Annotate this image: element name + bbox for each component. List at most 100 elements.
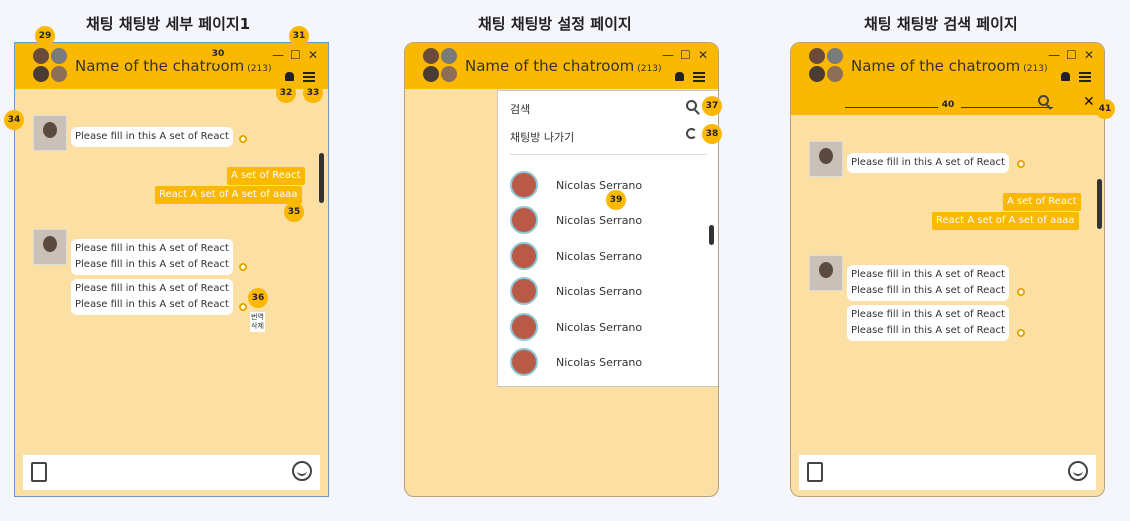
emoji-icon[interactable] xyxy=(292,461,312,481)
scrollbar[interactable] xyxy=(1097,179,1102,229)
my-message[interactable]: React A set of A set of aaaa xyxy=(932,212,1079,230)
message-bubble[interactable]: Please fill in this A set of React Pleas… xyxy=(847,305,1009,341)
avatar[interactable] xyxy=(809,141,843,177)
maximize-icon[interactable]: ☐ xyxy=(290,49,301,61)
stage: 채팅 채팅방 세부 페이지1 채팅 채팅방 설정 페이지 채팅 채팅방 검색 페… xyxy=(0,0,1130,521)
message-line: Please fill in this A set of React xyxy=(75,299,229,310)
search-label[interactable]: 검색 xyxy=(510,101,530,117)
member-item[interactable]: Nicolas Serrano xyxy=(510,348,710,378)
read-receipt-icon xyxy=(1017,329,1025,337)
room-title: Name of the chatroom (213) xyxy=(465,57,661,75)
close-icon[interactable]: ✕ xyxy=(308,49,318,61)
maximize-icon[interactable]: ☐ xyxy=(1066,49,1077,61)
my-message[interactable]: A set of React xyxy=(1003,193,1081,211)
my-message[interactable]: React A set of A set of aaaa xyxy=(155,186,302,204)
annotation-badge: 29 xyxy=(35,26,55,46)
close-icon[interactable]: ✕ xyxy=(1084,49,1094,61)
message-line: Please fill in this A set of React xyxy=(851,269,1005,280)
close-icon[interactable]: ✕ xyxy=(698,49,708,61)
annotation-badge: 40 xyxy=(938,95,958,115)
avatar xyxy=(510,348,538,376)
frame-title-detail: 채팅 채팅방 세부 페이지1 xyxy=(86,15,251,33)
my-message[interactable]: A set of React xyxy=(227,167,305,185)
close-search-icon[interactable]: ✕ xyxy=(1083,94,1095,110)
annotation-badge: 39 xyxy=(606,190,626,210)
maximize-icon[interactable]: ☐ xyxy=(680,49,691,61)
message-bubble[interactable]: Please fill in this A set of React xyxy=(71,127,233,147)
scrollbar[interactable] xyxy=(319,153,324,203)
read-receipt-icon xyxy=(239,263,247,271)
minimize-icon[interactable]: — xyxy=(662,49,674,61)
leave-icon[interactable] xyxy=(686,128,697,139)
member-name: Nicolas Serrano xyxy=(556,356,643,369)
avatar[interactable] xyxy=(33,229,67,265)
member-count: (213) xyxy=(637,64,662,74)
annotation-badge: 33 xyxy=(303,83,323,103)
group-avatar xyxy=(809,48,843,82)
menu-icon[interactable] xyxy=(693,72,705,82)
search-input[interactable] xyxy=(961,107,1053,108)
message-bubble[interactable]: Please fill in this A set of React Pleas… xyxy=(847,265,1009,301)
message-input-bar[interactable] xyxy=(23,455,320,490)
search-icon[interactable] xyxy=(1038,95,1049,106)
annotation-badge: 30 xyxy=(208,44,228,64)
message-line: Please fill in this A set of React xyxy=(75,283,229,294)
chat-header: Name of the chatroom (213) — ☐ ✕ xyxy=(405,43,718,89)
avatar[interactable] xyxy=(809,255,843,291)
message-bubble[interactable]: Please fill in this A set of React Pleas… xyxy=(71,279,233,315)
member-name: Nicolas Serrano xyxy=(556,214,643,227)
message-line: Please fill in this A set of React xyxy=(851,285,1005,296)
avatar xyxy=(510,277,538,305)
member-item[interactable]: Nicolas Serrano xyxy=(510,242,710,272)
bell-icon[interactable] xyxy=(1061,72,1070,81)
room-name: Name of the chatroom xyxy=(465,57,635,75)
settings-panel: 검색 채팅방 나가기 Nicolas Serrano Nicolas Serra… xyxy=(497,90,718,387)
bell-icon[interactable] xyxy=(675,72,684,81)
window-controls: — ☐ ✕ xyxy=(1048,49,1094,61)
member-count: (213) xyxy=(247,64,272,74)
member-item[interactable]: Nicolas Serrano xyxy=(510,206,710,236)
message-bubble[interactable]: Please fill in this A set of React xyxy=(847,153,1009,173)
member-name: Nicolas Serrano xyxy=(556,250,643,263)
frame-title-settings: 채팅 채팅방 설정 페이지 xyxy=(478,15,632,33)
message-bubble[interactable]: Please fill in this A set of React Pleas… xyxy=(71,239,233,275)
menu-icon[interactable] xyxy=(1079,72,1091,82)
menu-icon[interactable] xyxy=(303,72,315,82)
emoji-icon[interactable] xyxy=(1068,461,1088,481)
avatar xyxy=(510,206,538,234)
read-receipt-icon xyxy=(1017,160,1025,168)
room-title: Name of the chatroom (213) xyxy=(75,57,271,75)
menu-delete[interactable]: 삭제 xyxy=(251,322,264,331)
member-item[interactable]: Nicolas Serrano xyxy=(510,313,710,343)
attach-file-icon[interactable] xyxy=(31,462,47,482)
message-input-bar[interactable] xyxy=(799,455,1096,490)
search-input[interactable] xyxy=(845,107,939,108)
member-name: Nicolas Serrano xyxy=(556,285,643,298)
avatar xyxy=(510,171,538,199)
context-menu[interactable]: 번역 삭제 xyxy=(250,312,265,332)
member-item[interactable]: Nicolas Serrano xyxy=(510,277,710,307)
annotation-badge: 34 xyxy=(4,110,24,130)
room-title: Name of the chatroom (213) xyxy=(851,57,1047,75)
minimize-icon[interactable]: — xyxy=(272,49,284,61)
annotation-badge: 32 xyxy=(276,83,296,103)
bell-icon[interactable] xyxy=(285,72,294,81)
search-icon[interactable] xyxy=(686,100,697,111)
read-receipt-icon xyxy=(1017,288,1025,296)
annotation-badge: 37 xyxy=(702,96,722,116)
minimize-icon[interactable]: — xyxy=(1048,49,1060,61)
frame-title-search: 채팅 채팅방 검색 페이지 xyxy=(864,15,1018,33)
menu-translate[interactable]: 번역 xyxy=(251,313,264,322)
chat-window-settings: Name of the chatroom (213) — ☐ ✕ 검색 채팅방 나… xyxy=(404,42,719,497)
leave-room-label[interactable]: 채팅방 나가기 xyxy=(510,129,574,145)
read-receipt-icon xyxy=(239,303,247,311)
scrollbar[interactable] xyxy=(709,225,714,245)
annotation-badge: 41 xyxy=(1095,99,1115,119)
message-line: Please fill in this A set of React xyxy=(75,243,229,254)
attach-file-icon[interactable] xyxy=(807,462,823,482)
divider xyxy=(510,154,707,155)
avatar xyxy=(510,242,538,270)
annotation-badge: 36 xyxy=(248,288,268,308)
avatar xyxy=(510,313,538,341)
avatar[interactable] xyxy=(33,115,67,151)
